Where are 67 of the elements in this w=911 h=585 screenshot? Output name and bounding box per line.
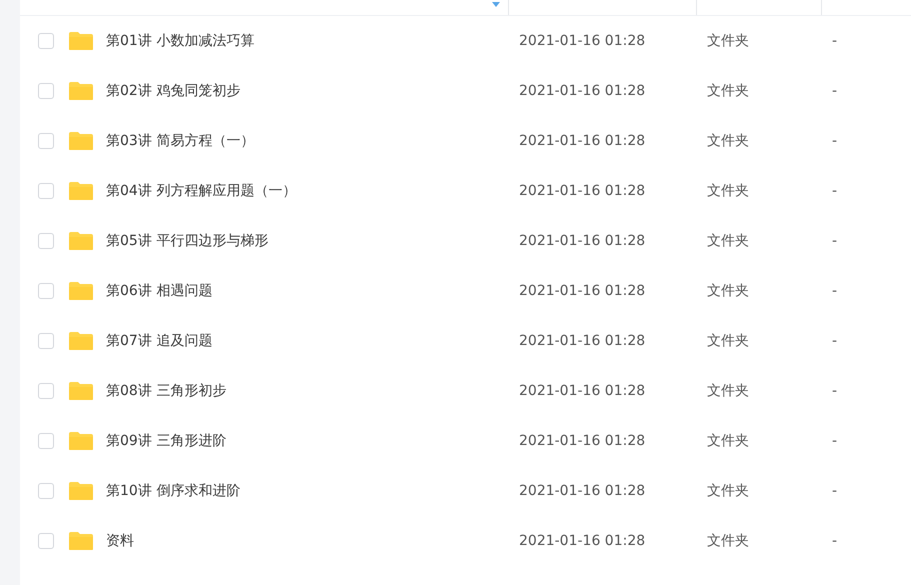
folder-name-link[interactable]: 第06讲 相遇问题 [106,280,212,302]
folder-icon [68,281,94,301]
modified-time: 2021-01-16 01:28 [519,82,646,98]
file-type: 文件夹 [707,82,749,98]
file-type: 文件夹 [707,132,749,148]
checkbox[interactable] [38,283,54,299]
file-size: - [832,382,838,398]
file-size: - [832,182,838,198]
checkbox[interactable] [38,133,54,149]
checkbox[interactable] [38,383,54,399]
folder-name-link[interactable]: 资料 [106,530,134,552]
file-size: - [832,132,838,148]
file-type: 文件夹 [707,532,749,548]
file-size: - [832,482,838,498]
modified-time: 2021-01-16 01:28 [519,282,646,298]
folder-name-link[interactable]: 第02讲 鸡兔同笼初步 [106,80,240,102]
modified-time: 2021-01-16 01:28 [519,182,646,198]
folder-name-link[interactable]: 第08讲 三角形初步 [106,380,226,402]
checkbox[interactable] [38,333,54,349]
checkbox[interactable] [38,233,54,249]
folder-icon [68,481,94,501]
modified-time: 2021-01-16 01:28 [519,232,646,248]
file-type: 文件夹 [707,482,749,498]
folder-icon [68,431,94,451]
checkbox[interactable] [38,33,54,49]
folder-name-link[interactable]: 第10讲 倒序求和进阶 [106,480,240,502]
folder-name-link[interactable]: 第03讲 简易方程（一） [106,130,254,152]
folder-icon [68,181,94,201]
checkbox[interactable] [38,433,54,449]
file-size: - [832,32,838,48]
checkbox[interactable] [38,183,54,199]
modified-time: 2021-01-16 01:28 [519,532,646,548]
modified-time: 2021-01-16 01:28 [519,482,646,498]
file-type: 文件夹 [707,232,749,248]
file-size: - [832,232,838,248]
folder-icon [68,381,94,401]
checkbox[interactable] [38,533,54,549]
file-size: - [832,332,838,348]
modified-time: 2021-01-16 01:28 [519,32,646,48]
folder-name-link[interactable]: 第05讲 平行四边形与梯形 [106,230,268,252]
folder-icon [68,131,94,151]
sort-arrow-icon[interactable] [492,2,500,8]
modified-time: 2021-01-16 01:28 [519,432,646,448]
folder-icon [68,31,94,51]
folder-icon [68,81,94,101]
folder-name-link[interactable]: 第09讲 三角形进阶 [106,430,226,452]
file-type: 文件夹 [707,32,749,48]
checkbox[interactable] [38,483,54,499]
folder-name-link[interactable]: 第01讲 小数加减法巧算 [106,30,254,52]
modified-time: 2021-01-16 01:28 [519,132,646,148]
modified-time: 2021-01-16 01:28 [519,382,646,398]
file-size: - [832,532,838,548]
file-type: 文件夹 [707,332,749,348]
file-type: 文件夹 [707,282,749,298]
file-size: - [832,282,838,298]
file-size: - [832,82,838,98]
folder-icon [68,531,94,551]
folder-icon [68,331,94,351]
file-type: 文件夹 [707,432,749,448]
modified-time: 2021-01-16 01:28 [519,332,646,348]
folder-name-link[interactable]: 第04讲 列方程解应用题（一） [106,180,296,202]
folder-name-link[interactable]: 第07讲 追及问题 [106,330,212,352]
file-type: 文件夹 [707,382,749,398]
folder-icon [68,231,94,251]
checkbox[interactable] [38,83,54,99]
file-size: - [832,432,838,448]
file-type: 文件夹 [707,182,749,198]
